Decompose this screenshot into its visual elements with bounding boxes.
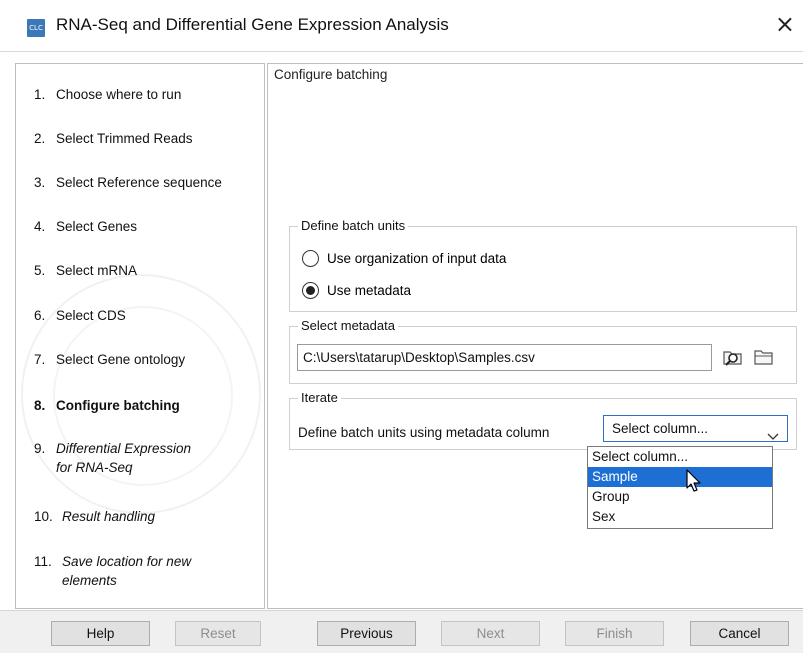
step-label: Result handling [62, 509, 156, 524]
button-bar: Help Reset Previous Next Finish Cancel [0, 610, 803, 653]
title-bar: CLC RNA-Seq and Differential Gene Expres… [0, 0, 803, 52]
step-label: Select mRNA [56, 263, 138, 278]
step-2: 2. Select Trimmed Reads [34, 129, 193, 148]
radio-use-organization[interactable]: Use organization of input data [302, 250, 506, 267]
previous-button[interactable]: Previous [317, 621, 416, 646]
radio-circle-icon[interactable] [302, 250, 319, 267]
step-11: 11. Save location for new elements [34, 552, 191, 590]
select-metadata-legend: Select metadata [298, 318, 398, 333]
step-label: Save location for new elements [62, 552, 191, 590]
step-label-line-1: Save location for new [62, 554, 192, 569]
step-1: 1. Choose where to run [34, 85, 181, 104]
metadata-column-select[interactable]: Select column... [603, 415, 788, 442]
window-title: RNA-Seq and Differential Gene Expression… [56, 15, 449, 34]
select-value: Select column... [612, 421, 709, 436]
batch-units-group: Define batch units Use organization of i… [289, 218, 797, 312]
step-3: 3. Select Reference sequence [34, 173, 222, 192]
step-label: Select Reference sequence [56, 175, 222, 190]
step-label: Select Gene ontology [56, 352, 186, 367]
column-dropdown-list: Select column... Sample Group Sex [587, 446, 773, 529]
step-number: 8. [34, 398, 46, 413]
browse-search-icon[interactable] [722, 346, 744, 368]
step-label: Configure batching [56, 398, 180, 413]
step-number: 10. [34, 509, 53, 524]
step-label: Select Trimmed Reads [56, 131, 193, 146]
radio-use-metadata[interactable]: Use metadata [302, 282, 411, 299]
mouse-pointer-icon [686, 469, 702, 496]
step-label: Choose where to run [56, 87, 182, 102]
step-number: 1. [34, 87, 46, 102]
reset-button[interactable]: Reset [175, 621, 261, 646]
batch-units-legend: Define batch units [298, 218, 409, 233]
radio-label: Use metadata [327, 283, 412, 298]
next-button[interactable]: Next [441, 621, 540, 646]
cancel-button[interactable]: Cancel [690, 621, 789, 646]
step-label: Differential Expression for RNA-Seq [56, 439, 191, 477]
close-icon[interactable]: × [775, 12, 795, 36]
section-title: Configure batching [274, 67, 388, 82]
step-8: 8. Configure batching [34, 396, 180, 415]
wizard-steps-panel: 1. Choose where to run 2. Select Trimmed R… [15, 63, 265, 609]
folder-icon[interactable] [753, 346, 775, 368]
radio-label: Use organization of input data [327, 251, 507, 266]
iterate-legend: Iterate [298, 390, 341, 405]
step-number: 5. [34, 263, 46, 278]
step-number: 2. [34, 131, 46, 146]
dropdown-option-highlighted[interactable]: Sample [588, 467, 772, 487]
select-metadata-group: Select metadata C:\Users\tatarup\Desktop… [289, 318, 797, 384]
dropdown-option[interactable]: Sex [588, 507, 772, 527]
help-button[interactable]: Help [51, 621, 150, 646]
step-label: Select CDS [56, 308, 126, 323]
step-10: 10. Result handling [34, 507, 155, 526]
radio-checked-icon[interactable] [302, 282, 319, 299]
step-label-line-1: Differential Expression [56, 441, 192, 456]
step-number: 11. [34, 554, 52, 569]
finish-button[interactable]: Finish [565, 621, 664, 646]
step-number: 3. [34, 175, 46, 190]
step-number: 6. [34, 308, 46, 323]
metadata-path-field[interactable]: C:\Users\tatarup\Desktop\Samples.csv [297, 344, 712, 371]
step-label: Select Genes [56, 219, 138, 234]
iterate-group: Iterate Define batch units using metadat… [289, 390, 797, 450]
step-7: 7. Select Gene ontology [34, 350, 185, 369]
dropdown-option[interactable]: Group [588, 487, 772, 507]
iterate-column-label: Define batch units using metadata column [298, 425, 550, 440]
app-logo-icon: CLC [27, 19, 45, 37]
step-5: 5. Select mRNA [34, 261, 137, 280]
step-9: 9. Differential Expression for RNA-Seq [34, 439, 191, 477]
step-6: 6. Select CDS [34, 306, 126, 325]
step-number: 7. [34, 352, 46, 367]
dropdown-option[interactable]: Select column... [588, 447, 772, 467]
step-label-line-2: elements [62, 573, 117, 588]
step-4: 4. Select Genes [34, 217, 137, 236]
step-label-line-2: for RNA-Seq [56, 460, 133, 475]
step-number: 9. [34, 441, 46, 456]
step-number: 4. [34, 219, 46, 234]
